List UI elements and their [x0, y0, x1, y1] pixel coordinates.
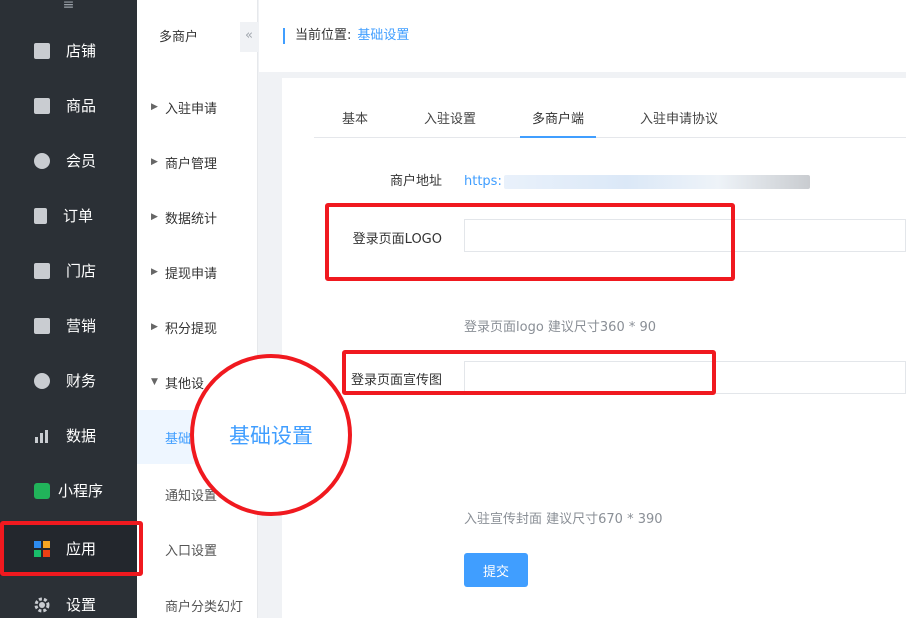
- login-banner-hint: 入驻宣传封面 建议尺寸670 * 390: [464, 512, 663, 527]
- caret-down-icon: ▼: [151, 377, 158, 387]
- nav-item-data[interactable]: 数据: [0, 408, 137, 463]
- submenu-item-label: 提现申请: [165, 266, 218, 282]
- user-icon: [34, 152, 50, 169]
- submenu-item-label: 入驻申请: [165, 101, 218, 117]
- annotation-box-logo: [325, 203, 735, 281]
- nav-item-label: 设置: [66, 596, 97, 614]
- nav-item-member[interactable]: 会员: [0, 133, 137, 188]
- caret-right-icon: ▶: [151, 102, 158, 112]
- annotation-box-banner: [342, 350, 716, 395]
- breadcrumb-prefix: 当前位置:: [295, 28, 352, 43]
- caret-right-icon: ▶: [151, 322, 158, 332]
- nav-item-miniprogram[interactable]: 小程序: [0, 463, 137, 518]
- login-logo-hint: 登录页面logo 建议尺寸360 * 90: [464, 320, 657, 335]
- header-bar: 当前位置: 基础设置: [259, 0, 906, 72]
- nav-item-label: 会员: [66, 152, 97, 170]
- merchant-address-label: 商户地址: [389, 174, 442, 189]
- money-bag-icon: [34, 372, 50, 389]
- submit-button[interactable]: 提交: [464, 553, 528, 587]
- miniprogram-icon: [34, 482, 50, 499]
- caret-right-icon: ▶: [151, 157, 158, 167]
- submenu-item-merchant-manage[interactable]: ▶ 商户管理: [137, 142, 258, 182]
- nav-item-shop[interactable]: 门店: [0, 243, 137, 298]
- gear-icon: [34, 597, 50, 613]
- nav-item-store[interactable]: 店铺: [0, 23, 137, 78]
- submenu-collapse-icon[interactable]: «: [240, 22, 258, 52]
- gift-icon: [34, 317, 50, 334]
- submenu-item-label: 商户管理: [165, 156, 218, 172]
- nav-item-label: 店铺: [66, 42, 97, 60]
- caret-right-icon: ▶: [151, 212, 158, 222]
- breadcrumb: 当前位置: 基础设置: [283, 28, 409, 44]
- nav-item-order[interactable]: 订单: [0, 188, 137, 243]
- tab-entry-settings[interactable]: 入驻设置: [424, 108, 476, 138]
- submenu-item-category-slides[interactable]: 商户分类幻灯: [137, 585, 258, 618]
- submenu-item-entry-settings[interactable]: 入口设置: [137, 529, 258, 569]
- nav-item-finance[interactable]: 财务: [0, 353, 137, 408]
- nav-item-label: 营销: [66, 317, 97, 335]
- goods-icon: [34, 97, 50, 114]
- nav-item-label: 商品: [66, 97, 97, 115]
- caret-right-icon: ▶: [151, 267, 158, 277]
- nav-item-label: 数据: [66, 427, 97, 445]
- nav-item-label: 订单: [63, 207, 94, 225]
- submenu-item-label: 商户分类幻灯: [165, 599, 244, 615]
- submenu-item-withdraw[interactable]: ▶ 提现申请: [137, 252, 258, 292]
- submenu-item-points-withdraw[interactable]: ▶ 积分提现: [137, 307, 258, 347]
- breadcrumb-current[interactable]: 基础设置: [357, 28, 409, 43]
- merchant-address-link[interactable]: https:: [464, 174, 502, 189]
- bar-chart-icon: [34, 428, 50, 444]
- nav-item-settings[interactable]: 设置: [0, 577, 137, 618]
- tab-basic[interactable]: 基本: [342, 108, 368, 138]
- submenu-item-label: 入口设置: [165, 543, 218, 559]
- content-panel: 基本 入驻设置 多商户端 入驻申请协议 商户地址 https: 登录页面LOGO…: [282, 78, 906, 618]
- submenu-item-label: 其他设: [165, 376, 205, 392]
- submenu: 多商户 ▶ 入驻申请 ▶ 商户管理 ▶ 数据统计 ▶ 提现申请 ▶ 积分提现 ▼…: [137, 0, 258, 618]
- tab-entry-agreement[interactable]: 入驻申请协议: [640, 108, 718, 138]
- submenu-item-label: 数据统计: [165, 211, 218, 227]
- nav-item-label: 财务: [66, 372, 97, 390]
- submenu-item-statistics[interactable]: ▶ 数据统计: [137, 197, 258, 237]
- redacted-address-bar: [504, 175, 810, 189]
- callout-bubble: 基础设置: [190, 354, 352, 516]
- nav-item-label: 门店: [66, 262, 97, 280]
- annotation-box-apps: [0, 521, 143, 576]
- shop-icon: [34, 262, 50, 279]
- nav-item-goods[interactable]: 商品: [0, 78, 137, 133]
- nav-item-marketing[interactable]: 营销: [0, 298, 137, 353]
- order-icon: [34, 207, 47, 224]
- callout-text: 基础设置: [229, 424, 313, 448]
- submenu-item-label: 基础: [165, 431, 192, 447]
- tab-multi-merchant[interactable]: 多商户端: [520, 108, 597, 138]
- sidebar-collapse-icon[interactable]: ≡: [0, 0, 137, 22]
- tab-bar: 基本 入驻设置 多商户端 入驻申请协议: [314, 100, 906, 138]
- store-icon: [34, 42, 50, 59]
- submenu-item-apply[interactable]: ▶ 入驻申请: [137, 87, 258, 127]
- submenu-item-label: 积分提现: [165, 321, 218, 337]
- submenu-title: 多商户: [159, 30, 199, 45]
- nav-item-label: 小程序: [58, 482, 104, 500]
